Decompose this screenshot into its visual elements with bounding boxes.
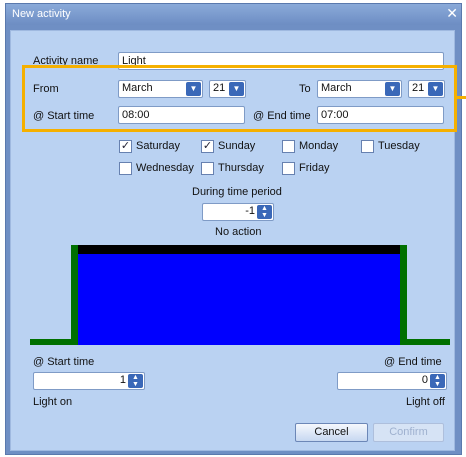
right-edge: [400, 245, 407, 345]
checkbox-box: [361, 140, 374, 153]
checkbox-box: [119, 162, 132, 175]
checkbox-label: Sunday: [218, 140, 256, 152]
start-spinner[interactable]: 1 ▲ ▼: [33, 372, 145, 390]
check-icon: ✓: [201, 140, 214, 153]
checkbox-label: Wednesday: [136, 162, 194, 174]
window-title: New activity: [12, 8, 71, 20]
bottom-start-label: @ Start time: [33, 356, 95, 368]
cancel-button[interactable]: Cancel: [295, 423, 368, 442]
end-spinner-value: 0: [421, 374, 428, 386]
bottom-end-label: @ End time: [384, 356, 442, 368]
spinner-icon[interactable]: ▲ ▼: [128, 374, 143, 388]
spinner-icon[interactable]: ▲ ▼: [257, 205, 272, 219]
period-label: During time period: [192, 186, 282, 198]
start-action: Light on: [33, 396, 73, 408]
spinner-icon[interactable]: ▲ ▼: [430, 374, 445, 388]
period-action: No action: [215, 226, 262, 238]
left-edge: [71, 245, 78, 345]
start-spinner-value: 1: [119, 374, 126, 386]
end-spinner[interactable]: 0 ▲ ▼: [337, 372, 447, 390]
checkbox-box: [282, 162, 295, 175]
close-icon[interactable]: ✕: [446, 5, 458, 22]
checkbox-box: [282, 140, 295, 153]
period-value: -1: [245, 205, 255, 217]
left-baseline: [30, 339, 78, 345]
check-icon: ✓: [119, 140, 132, 153]
highlight-pointer: [457, 96, 466, 99]
active-period-fill: [78, 254, 400, 345]
end-action: Light off: [406, 396, 445, 408]
highlight-frame: [22, 65, 457, 132]
right-baseline: [400, 339, 450, 345]
confirm-button[interactable]: Confirm: [373, 423, 444, 442]
checkbox-label: Thursday: [218, 162, 264, 174]
checkbox-label: Monday: [299, 140, 339, 152]
title-bar: New activity ✕: [6, 4, 461, 25]
checkbox-box: [201, 162, 214, 175]
diagram-top-bar: [78, 245, 400, 254]
checkbox-label: Tuesday: [378, 140, 420, 152]
checkbox-label: Friday: [299, 162, 330, 174]
checkbox-label: Saturday: [136, 140, 181, 152]
schedule-diagram: [30, 245, 450, 345]
period-spinner[interactable]: -1 ▲ ▼: [202, 203, 274, 221]
